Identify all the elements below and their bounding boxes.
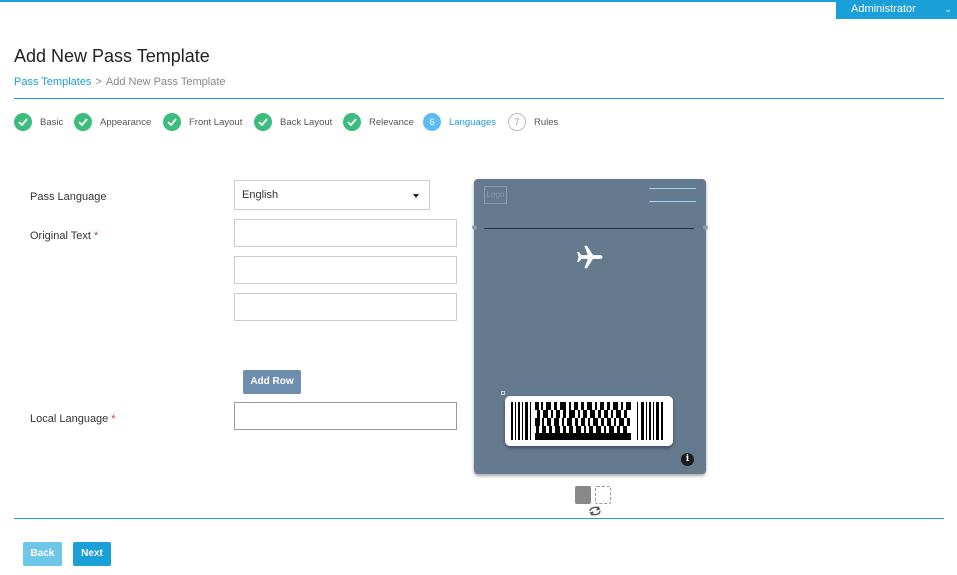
step-rules[interactable]: 7 Rules	[508, 113, 558, 131]
header-divider	[14, 98, 944, 99]
original-text-label-text: Original Text	[30, 230, 91, 242]
user-menu-label: Administrator	[851, 3, 916, 15]
step-languages[interactable]: 6 Languages	[423, 113, 496, 131]
required-marker: *	[111, 413, 116, 425]
step-label: Relevance	[369, 116, 414, 128]
caret-down-icon	[413, 194, 419, 198]
barcode-graphic	[511, 402, 663, 440]
notch-left	[472, 225, 477, 230]
notch-right	[703, 225, 708, 230]
info-icon[interactable]: i	[681, 453, 694, 466]
pass-language-label: Pass Language	[30, 191, 107, 203]
pass-divider	[484, 228, 694, 229]
back-side-toggle[interactable]	[595, 486, 611, 504]
breadcrumb-current: Add New Pass Template	[105, 76, 226, 88]
step-appearance[interactable]: Appearance	[74, 113, 151, 131]
breadcrumb-link-pass-templates[interactable]: Pass Templates	[14, 76, 91, 88]
step-label: Basic	[40, 116, 64, 128]
local-language-label-text: Local Language	[30, 413, 109, 425]
required-marker: *	[93, 230, 99, 242]
original-text-input-1[interactable]	[234, 219, 457, 247]
original-text-input-3[interactable]	[234, 293, 457, 321]
step-label: Rules	[534, 116, 559, 128]
check-icon	[163, 113, 181, 131]
airplane-icon	[577, 245, 603, 269]
header-field-line	[649, 201, 696, 202]
step-back-layout[interactable]: Back Layout	[254, 113, 332, 131]
barcode	[505, 396, 673, 446]
pass-preview: Logo i	[472, 179, 708, 474]
resize-handle	[501, 391, 505, 395]
back-button[interactable]: Back	[23, 542, 62, 566]
check-icon	[14, 113, 32, 131]
step-label: Back Layout	[280, 116, 333, 128]
pass-logo-placeholder: Logo	[484, 186, 507, 204]
page-title: Add New Pass Template	[14, 46, 210, 66]
step-label: Appearance	[100, 116, 152, 128]
header-field-line	[649, 188, 696, 189]
step-label: Languages	[449, 116, 497, 128]
original-text-input-2[interactable]	[234, 256, 457, 284]
step-label: Front Layout	[189, 116, 243, 128]
top-accent-line	[0, 0, 957, 2]
local-language-label: Local Language *	[30, 413, 116, 425]
original-text-label: Original Text *	[30, 230, 98, 242]
step-relevance[interactable]: Relevance	[343, 113, 414, 131]
next-button[interactable]: Next	[73, 542, 111, 566]
breadcrumb: Pass Templates > Add New Pass Template	[14, 76, 226, 88]
user-menu-button[interactable]: Administrator ⌄	[836, 0, 957, 19]
check-icon	[74, 113, 92, 131]
step-number: 7	[508, 113, 526, 131]
pass-language-select[interactable]: English	[234, 180, 430, 210]
breadcrumb-separator: >	[95, 76, 102, 88]
step-front-layout[interactable]: Front Layout	[163, 113, 242, 131]
step-number: 6	[423, 113, 441, 131]
local-language-input[interactable]	[234, 402, 457, 430]
add-row-button[interactable]: Add Row	[243, 370, 301, 394]
footer-divider	[14, 518, 944, 519]
chevron-down-icon: ⌄	[944, 4, 952, 14]
front-side-toggle[interactable]	[575, 486, 591, 504]
check-icon	[254, 113, 272, 131]
step-basic[interactable]: Basic	[14, 113, 63, 131]
flip-icon[interactable]	[588, 505, 602, 517]
check-icon	[343, 113, 361, 131]
pass-language-value: English	[242, 189, 279, 201]
